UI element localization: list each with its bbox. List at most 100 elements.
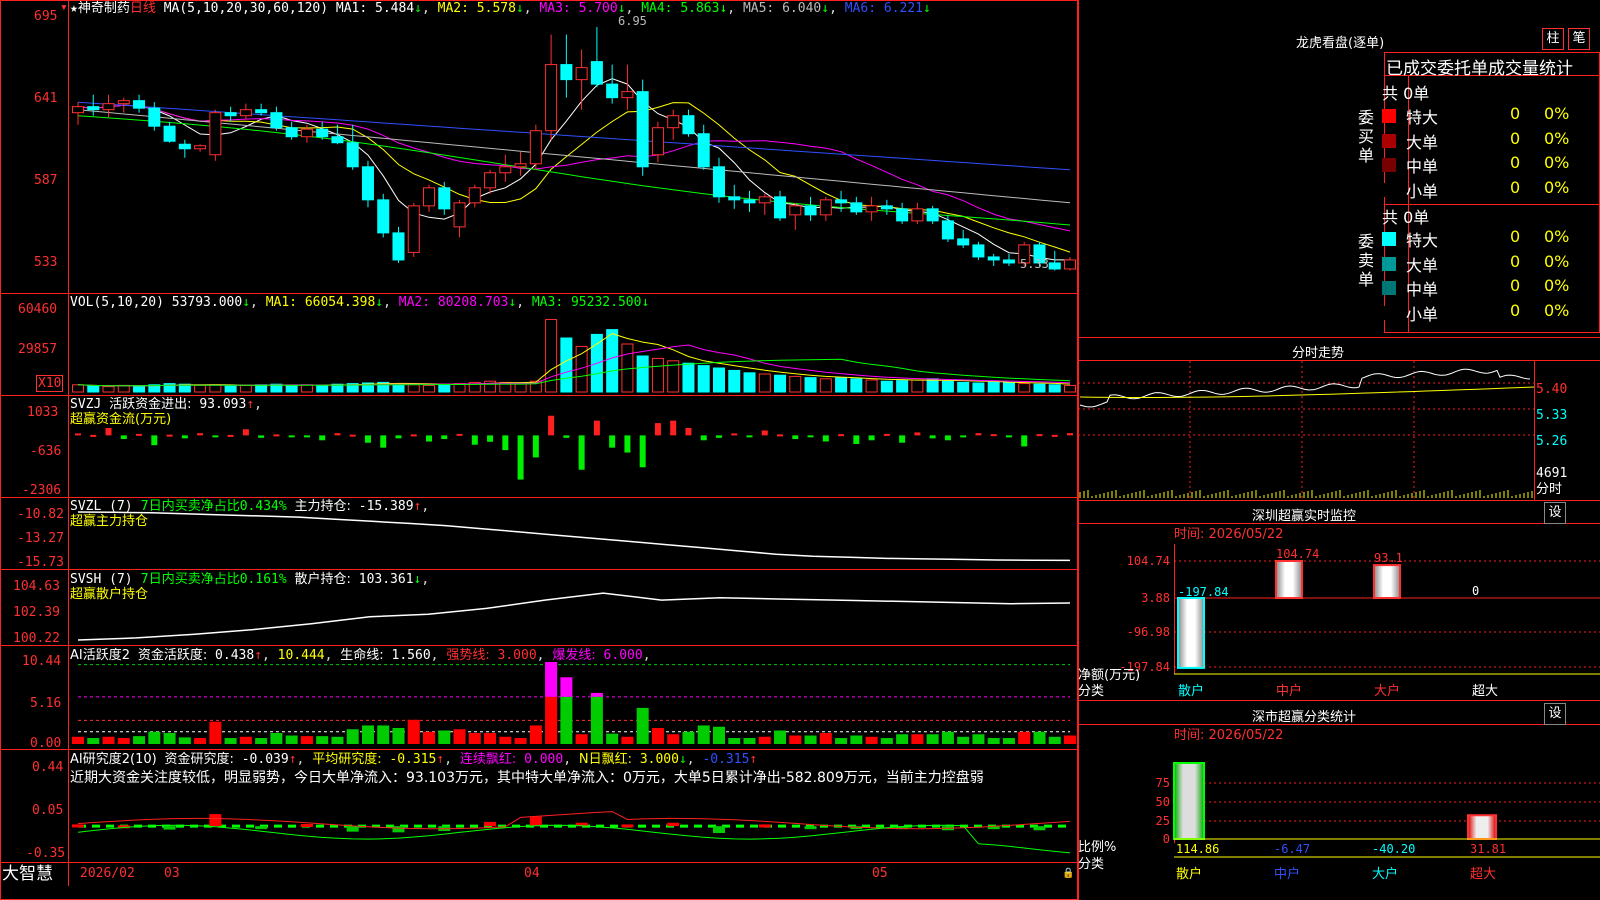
fund-flow-bar xyxy=(1021,435,1028,447)
buy-row-name: 特大 xyxy=(1406,108,1439,127)
fund-flow-bar xyxy=(151,435,158,446)
svsh-subtitle: 超赢散户持仓 xyxy=(70,587,149,602)
intraday-title: 分时走势 xyxy=(1292,346,1345,361)
buy-row-swatch xyxy=(1382,109,1396,123)
activity-bar xyxy=(590,696,603,744)
svzj-header: SVZJ 活跃资金进出: 93.093↑, xyxy=(70,397,262,412)
monitor-title: 深圳超赢实时监控 xyxy=(1252,509,1357,524)
candle-body xyxy=(636,91,649,168)
tick-mode-button[interactable]: 笔 xyxy=(1568,28,1590,50)
volume-bar xyxy=(712,367,725,393)
classify-value-label: -40.20 xyxy=(1372,842,1415,856)
activity-bar xyxy=(285,735,298,744)
lock-icon[interactable]: 🔒 xyxy=(1062,866,1074,881)
ma6-readout: MA6: 6.221↓ xyxy=(844,1,931,16)
svzl-ytick: -13.27 xyxy=(17,531,64,546)
activity-bar xyxy=(499,736,512,744)
monitor-value-label: 93.1 xyxy=(1374,551,1403,565)
activity-burst-bar xyxy=(560,677,573,697)
fund-flow-bar xyxy=(426,435,433,442)
research-bar xyxy=(300,824,313,827)
activity-bar xyxy=(804,735,817,744)
candle-body xyxy=(484,172,497,189)
monitor-category-label: 超大 xyxy=(1472,684,1498,699)
candle-body xyxy=(270,112,283,129)
activity-bar xyxy=(743,738,756,744)
volume-bar xyxy=(1064,385,1076,393)
monitor-value-label: 0 xyxy=(1472,584,1479,598)
activity-bar xyxy=(484,733,497,744)
fund-flow-bar xyxy=(410,434,417,437)
sell-row-swatch xyxy=(1382,305,1396,320)
stock-name[interactable]: 神奇制药 xyxy=(78,1,130,16)
monitor-ytick: 3.88 xyxy=(1141,591,1170,605)
fund-flow-bar xyxy=(883,433,890,436)
volume-bar xyxy=(102,386,115,393)
candle-body xyxy=(529,130,542,165)
activity-bar xyxy=(911,734,924,744)
volume-bar xyxy=(255,384,268,393)
candle-body xyxy=(850,202,863,213)
fund-flow-bar xyxy=(1005,435,1012,438)
fund-flow-bar xyxy=(654,423,661,436)
activity-bar xyxy=(438,730,451,744)
price-header: ★神奇制药日线 MA(5,10,20,30,60,120) MA1: 5.484… xyxy=(70,1,931,16)
candle-body xyxy=(346,142,359,168)
volume-bar xyxy=(133,385,146,393)
period-label[interactable]: 日线 xyxy=(130,1,156,16)
stats-title: 已成交委托单成交量统计 xyxy=(1386,59,1573,79)
fund-flow-bar xyxy=(349,434,356,437)
fund-flow-bar xyxy=(212,435,219,438)
candle-body xyxy=(514,163,527,168)
activity-bar xyxy=(774,730,787,744)
monitor-settings-button[interactable]: 设 xyxy=(1544,502,1566,524)
ma1-line xyxy=(77,78,1070,261)
volume-bar xyxy=(804,377,817,393)
brand-logo[interactable]: 大智慧 xyxy=(2,864,53,884)
activity-bar xyxy=(575,734,588,744)
activity-bar xyxy=(850,735,863,744)
vol-ytick: 29857 xyxy=(18,342,58,357)
volume-bar xyxy=(438,383,451,393)
candle-body xyxy=(621,91,634,99)
fund-flow-bar xyxy=(563,435,570,438)
intraday-ytick: 5.26 xyxy=(1536,434,1568,449)
intraday-vol-unit: 分时 xyxy=(1536,482,1563,497)
fund-flow-bar xyxy=(90,434,97,437)
vol-header: VOL(5,10,20) 53793.000↓, MA1: 66054.398↓… xyxy=(70,295,650,310)
candle-body xyxy=(300,128,313,138)
candle-body xyxy=(697,133,710,168)
activity-bar xyxy=(636,707,649,744)
candle-body xyxy=(468,187,481,204)
fund-flow-bar xyxy=(838,434,845,437)
sell-total: 共 0单 xyxy=(1382,208,1430,227)
fund-flow-bar xyxy=(914,432,921,436)
ai1-ytick: 5.16 xyxy=(30,696,62,711)
research-bar xyxy=(758,824,771,828)
activity-bar xyxy=(361,725,374,744)
svsh-ytick: 104.63 xyxy=(13,579,60,594)
price-ytick: 587 xyxy=(34,173,58,188)
fund-flow-bar xyxy=(487,435,494,442)
fund-flow-bar xyxy=(715,435,722,438)
intraday-chart[interactable] xyxy=(1078,361,1600,500)
volume-bar xyxy=(743,372,756,393)
volume-bar xyxy=(682,362,695,393)
activity-bar xyxy=(300,736,313,744)
monitor-bar xyxy=(1275,560,1303,599)
activity-bar xyxy=(957,736,970,744)
activity-bar xyxy=(667,734,680,744)
monitor-chart: 104.743.88-96.98-197.84-197.84散户104.74中户… xyxy=(1119,544,1600,699)
bar-mode-button[interactable]: 柱 xyxy=(1542,28,1564,50)
volume-bar xyxy=(1002,381,1015,393)
activity-bar xyxy=(606,733,619,744)
avg-research-line xyxy=(77,824,1071,854)
classify-settings-button[interactable]: 设 xyxy=(1544,703,1566,725)
classify-chart: 75 50 25 0 114.86 散户 -6.47 中户 -40.20 大户 31.81 超大 xyxy=(1156,762,1600,882)
volume-bar xyxy=(194,384,207,393)
candle-body xyxy=(133,100,146,109)
buy-row-name: 小单 xyxy=(1406,181,1439,201)
activity-bar xyxy=(133,736,146,744)
candle-body xyxy=(194,145,207,150)
activity-burst-bar xyxy=(545,662,558,697)
